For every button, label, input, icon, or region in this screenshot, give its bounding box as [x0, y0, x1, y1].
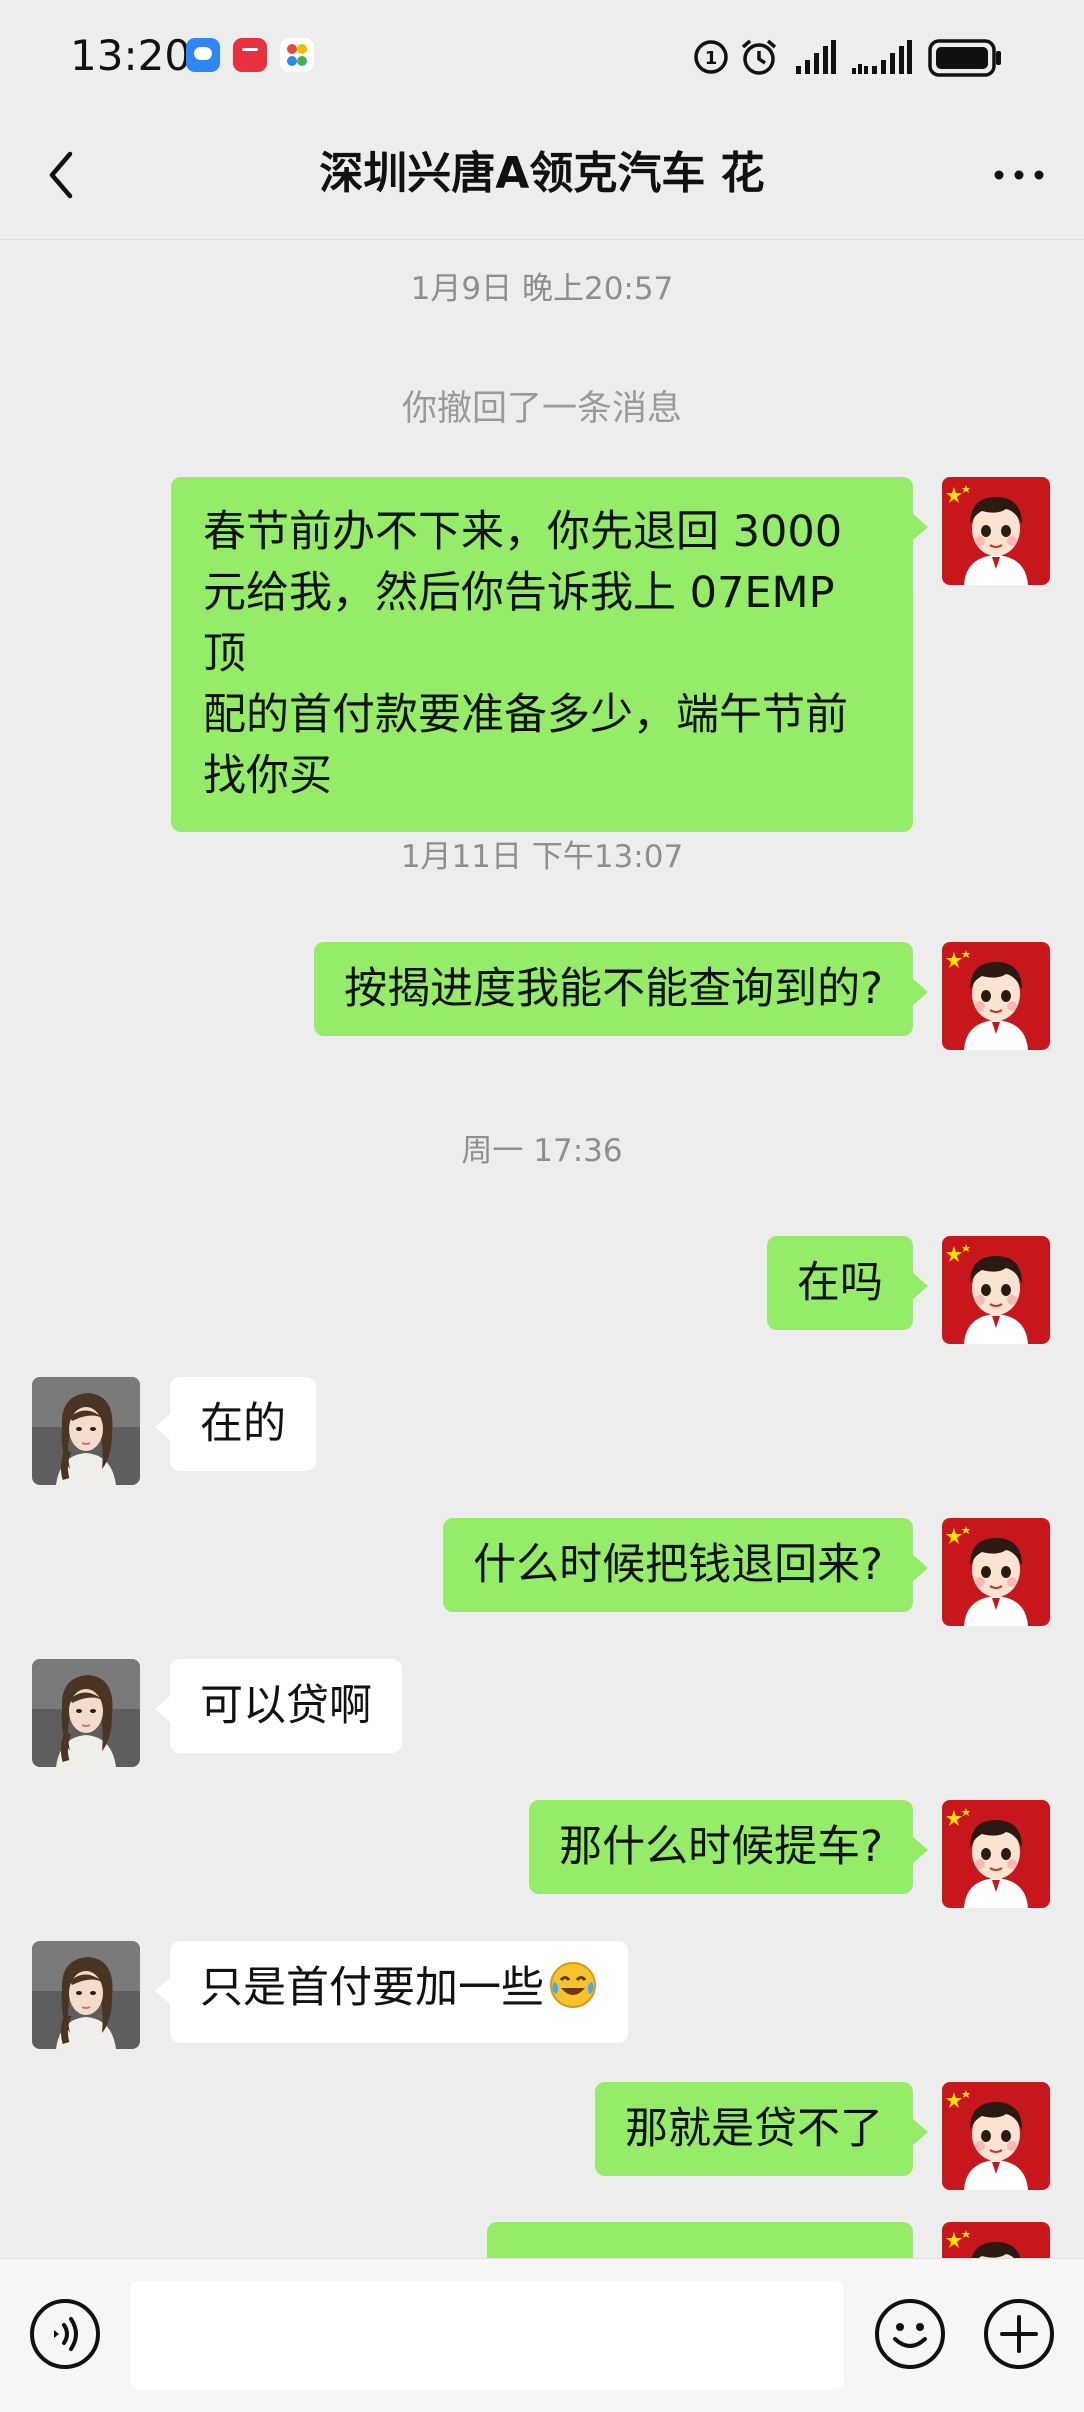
- status-bar: 13:20 1: [0, 0, 1084, 110]
- profile-photo-woman-icon: [32, 1941, 140, 2049]
- status-icons: 1: [692, 30, 1012, 80]
- message-line: 春节前办不下来，你先退回 3000: [203, 507, 843, 557]
- message-notification-icon: [186, 38, 220, 72]
- received-message-bubble[interactable]: 只是首付要加一些: [155, 1941, 628, 2043]
- message-text: 只是首付要加一些: [200, 1963, 544, 2013]
- sent-message-bubble[interactable]: 什么时候把钱退回来?: [443, 1518, 928, 1612]
- message-text: 那就是贷不了: [625, 2104, 883, 2154]
- plus-icon: [984, 2299, 1054, 2369]
- message-text: 按揭进度我能不能查询到的?: [344, 964, 883, 1014]
- cartoon-boy-avatar-icon: [942, 2082, 1050, 2190]
- tears-of-joy-emoji-icon: [548, 1960, 598, 2026]
- message-text: 可以贷啊: [200, 1681, 372, 1731]
- received-message-bubble[interactable]: 在的: [155, 1377, 316, 1471]
- hd-network-icon: 1: [692, 38, 730, 80]
- contact-avatar[interactable]: [32, 1941, 140, 2049]
- app-store-notification-icon: [233, 38, 267, 72]
- cartoon-boy-avatar-icon: [942, 1518, 1050, 1626]
- network-badge: 1: [705, 48, 718, 69]
- self-avatar[interactable]: [942, 2082, 1050, 2190]
- emoji-icon: [875, 2299, 945, 2369]
- contact-avatar[interactable]: [32, 1659, 140, 1767]
- message-timestamp: 1月11日 下午13:07: [400, 839, 684, 875]
- plus-button[interactable]: [982, 2297, 1056, 2371]
- cartoon-boy-avatar-icon: [942, 1800, 1050, 1908]
- status-time: 13:20: [70, 31, 192, 80]
- sent-message-bubble[interactable]: 那什么时候提车?: [529, 1800, 928, 1894]
- chevron-left-icon: [49, 151, 73, 199]
- self-avatar[interactable]: [942, 942, 1050, 1050]
- signal-1-icon: [794, 40, 836, 80]
- sent-message-bubble[interactable]: 春节前办不下来，你先退回 3000 元给我，然后你告诉我上 07EMP 顶 配的…: [171, 477, 928, 832]
- sent-message-bubble[interactable]: 在吗: [767, 1236, 928, 1330]
- contact-avatar[interactable]: [32, 1377, 140, 1485]
- sent-message-bubble[interactable]: 按揭进度我能不能查询到的?: [314, 942, 928, 1036]
- message-timestamp: 周一 17:36: [461, 1133, 623, 1169]
- message-input[interactable]: [130, 2281, 844, 2389]
- emoji-button[interactable]: [873, 2297, 947, 2371]
- received-message-bubble[interactable]: 可以贷啊: [155, 1659, 402, 1753]
- cartoon-boy-avatar-icon: [942, 1236, 1050, 1344]
- message-line: 元给我，然后你告诉我上 07EMP 顶: [203, 568, 835, 679]
- more-dots-icon: [994, 170, 1044, 180]
- voice-icon: [30, 2299, 100, 2369]
- message-text: 那什么时候提车?: [559, 1822, 883, 1872]
- self-avatar[interactable]: [942, 1800, 1050, 1908]
- message-timestamp: 1月9日 晚上20:57: [410, 271, 674, 307]
- self-avatar[interactable]: [942, 1518, 1050, 1626]
- title-bar: 深圳兴唐A领克汽车 花: [0, 110, 1084, 240]
- self-avatar[interactable]: [942, 1236, 1050, 1344]
- back-button[interactable]: [30, 140, 100, 210]
- message-text: 在的: [200, 1399, 286, 1449]
- alarm-icon: [738, 36, 780, 82]
- recall-notice: 你撤回了一条消息: [401, 389, 682, 429]
- chat-screen: 13:20 1 深圳兴唐A领克汽车 花 1月9日 晚上20:57 你撤回了一条消…: [0, 0, 1084, 2412]
- more-button[interactable]: [984, 140, 1054, 210]
- message-line: 找你买: [203, 751, 332, 801]
- chat-title: 深圳兴唐A领克汽车 花: [319, 148, 765, 199]
- voice-button[interactable]: [28, 2297, 102, 2371]
- message-text: 什么时候把钱退回来?: [473, 1540, 883, 1590]
- signal-2-icon: [850, 40, 912, 80]
- cartoon-boy-avatar-icon: [942, 477, 1050, 585]
- cartoon-boy-avatar-icon: [942, 942, 1050, 1050]
- profile-photo-woman-icon: [32, 1377, 140, 1485]
- profile-photo-woman-icon: [32, 1659, 140, 1767]
- sent-message-bubble[interactable]: 那就是贷不了: [595, 2082, 928, 2176]
- input-bar: [0, 2258, 1084, 2412]
- message-line: 配的首付款要准备多少，端午节前: [203, 690, 848, 740]
- self-avatar[interactable]: [942, 477, 1050, 585]
- pinwheel-notification-icon: [280, 38, 314, 72]
- message-text: 在吗: [797, 1258, 883, 1308]
- battery-icon: [928, 38, 1004, 82]
